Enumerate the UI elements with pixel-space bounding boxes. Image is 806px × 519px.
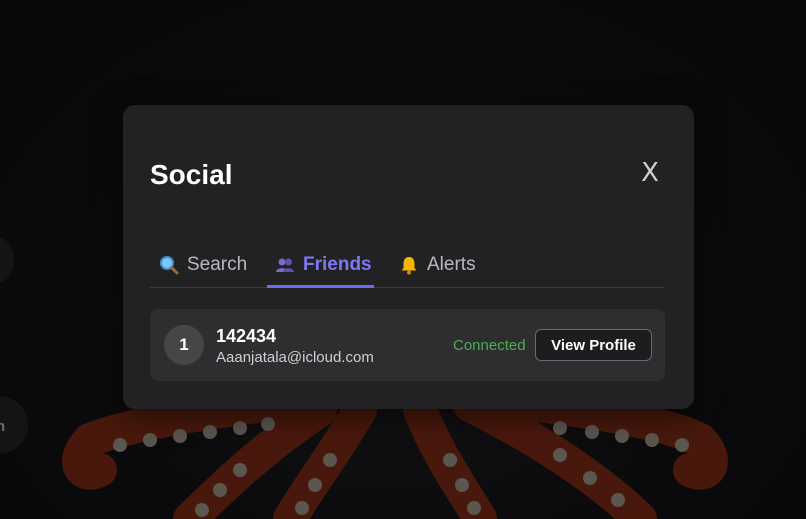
tab-label: Friends	[303, 253, 372, 275]
tab-search[interactable]: Search	[151, 243, 255, 286]
tab-bar: Search Friends Alerts	[150, 243, 665, 288]
tab-alerts[interactable]: Alerts	[391, 243, 481, 286]
magnifier-icon	[159, 255, 179, 275]
social-modal: Social X Search Friends Alerts 1 142434 …	[123, 105, 694, 409]
people-icon	[275, 255, 295, 275]
tab-friends[interactable]: Friends	[267, 243, 374, 288]
close-button[interactable]: X	[632, 155, 668, 191]
connection-status: Connected	[453, 337, 526, 354]
tab-label: Search	[187, 253, 248, 275]
tab-label: Alerts	[427, 253, 476, 275]
friend-list-item: 1 142434 Aaanjatala@icloud.com Connected…	[150, 309, 665, 381]
view-profile-button[interactable]: View Profile	[535, 329, 652, 361]
modal-title: Social	[150, 159, 233, 190]
friend-email: Aaanjatala@icloud.com	[216, 349, 374, 366]
friend-name: 142434	[216, 326, 277, 346]
background-side-text: n	[0, 418, 6, 435]
bell-icon	[399, 255, 419, 275]
friend-rank-badge: 1	[164, 325, 204, 365]
